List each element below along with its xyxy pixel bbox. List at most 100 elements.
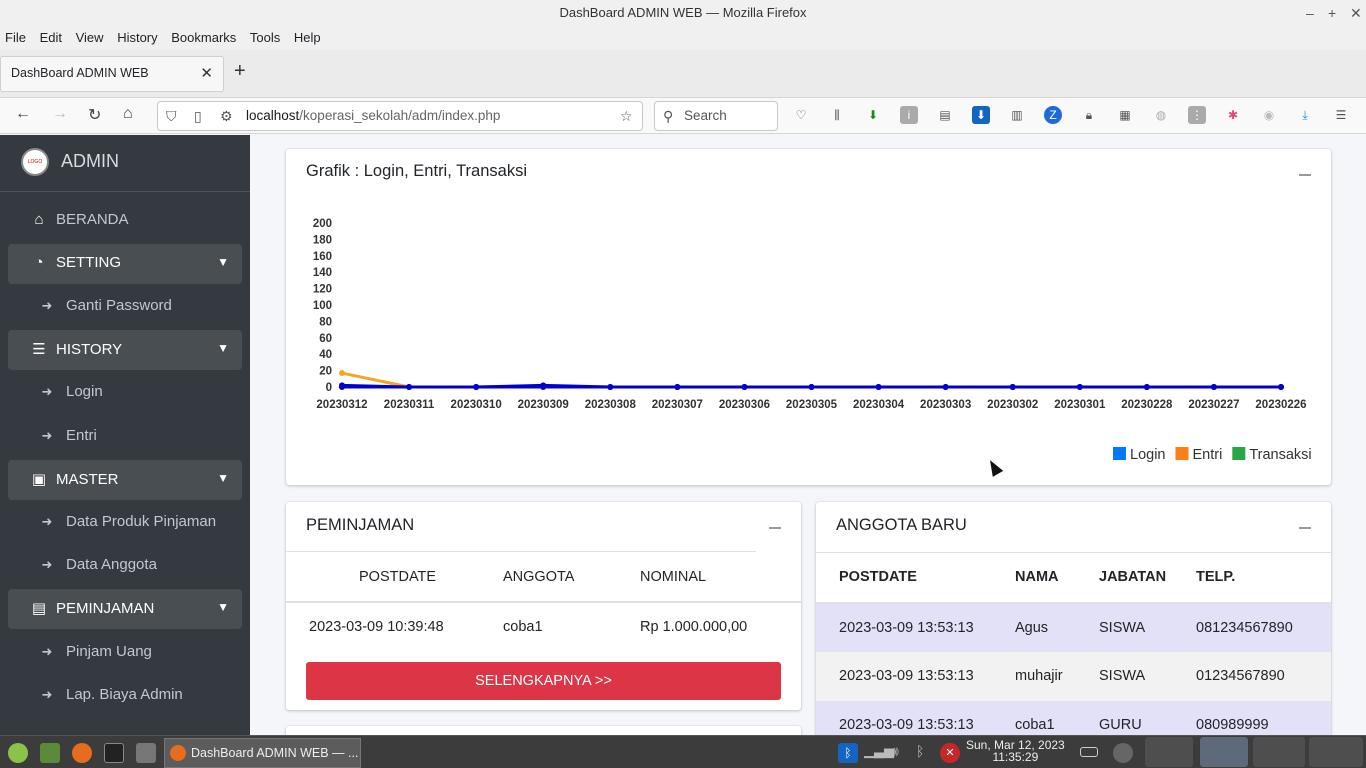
sidebar-item-data-anggota[interactable]: ➜ Data Anggota [8, 546, 242, 586]
sidebar-item-setting[interactable]: ◔ SETTING ▼ [8, 244, 242, 284]
table-row: 2023-03-09 13:53:13 muhajir SISWA 012345… [816, 651, 1331, 701]
sidebar-item-lap-biaya-admin[interactable]: ➜ Lap. Biaya Admin [8, 676, 242, 716]
column-header[interactable]: NAMA [1015, 553, 1099, 603]
table-row: 2023-03-09 13:53:13 Agus SISWA 081234567… [816, 602, 1331, 652]
column-header[interactable]: JABATAN [1099, 553, 1196, 603]
menu-edit[interactable]: Edit [40, 26, 62, 45]
home-icon: ⌂ [34, 211, 44, 228]
y-tick-label: 40 [319, 349, 332, 361]
column-header[interactable]: POSTDATE [816, 553, 1015, 603]
selengkapnya-button[interactable]: SELENGKAPNYA >> [306, 662, 781, 700]
table-cell: SISWA [1099, 619, 1146, 636]
menu-bar: File Edit View History Bookmarks Tools H… [0, 26, 1366, 50]
arrow-circle-icon: ➜ [41, 298, 53, 313]
shield-icon[interactable]: ⛉ [166, 102, 177, 130]
y-tick-label: 20 [319, 366, 332, 378]
workspace-4[interactable] [1309, 737, 1363, 767]
window-titlebar: DashBoard ADMIN WEB — Mozilla Firefox – … [0, 0, 1366, 26]
column-header[interactable]: NOMINAL [640, 552, 801, 602]
menu-help[interactable]: Help [294, 26, 321, 45]
workspace-3[interactable] [1253, 737, 1305, 767]
sidebar-item-peminjaman[interactable]: ▤ PEMINJAMAN ▼ [8, 589, 242, 629]
x-tick-label: 20230307 [652, 399, 703, 411]
maximize-icon[interactable]: + [1328, 0, 1336, 26]
globe-icon[interactable]: ◍ [1152, 106, 1170, 124]
mint-menu-icon[interactable] [8, 743, 28, 763]
forward-icon[interactable]: → [52, 105, 68, 123]
bluetooth-icon[interactable]: ᛒ [838, 743, 858, 763]
taskbar-window-firefox[interactable]: DashBoard ADMIN WEB — ... [164, 738, 361, 768]
bluetooth-status-icon[interactable]: ᛒ [916, 743, 936, 763]
update-shield-icon[interactable]: ✕ [940, 743, 960, 763]
extension-icon[interactable]: i [900, 106, 918, 124]
download-green-icon[interactable]: ⬇ [864, 106, 882, 124]
taskbar: DashBoard ADMIN WEB — ... ᛒ ▁▃▅ 🔊︎ ᛒ ✕ S… [0, 735, 1366, 768]
battery-icon[interactable] [1080, 747, 1098, 757]
color-picker-icon[interactable]: ✱ [1224, 106, 1242, 124]
save-icon[interactable]: ⬇ [972, 106, 990, 124]
sidebar-item-data-produk-pinjaman[interactable]: ➜ Data Produk Pinjaman [8, 503, 242, 543]
pocket-icon[interactable]: ♡ [792, 106, 810, 124]
sidebar-item-master[interactable]: ▣ MASTER ▼ [8, 460, 242, 500]
library-icon[interactable]: ⫼ [828, 106, 846, 124]
table-cell: 081234567890 [1196, 619, 1293, 636]
permissions-icon[interactable]: ⚙ [220, 102, 233, 130]
menu-file[interactable]: File [5, 26, 26, 45]
grid-extension-icon[interactable]: ▥ [1008, 106, 1026, 124]
lock-icon[interactable]: 🔒︎ [1080, 106, 1098, 124]
close-tab-icon[interactable]: ✕ [200, 64, 213, 82]
files-icon[interactable] [136, 743, 156, 763]
menu-history[interactable]: History [117, 26, 157, 45]
tray-app-icon[interactable] [1113, 743, 1133, 763]
url-bar[interactable]: ⛉ ▯ ⚙ localhost/koperasi_sekolah/adm/ind… [157, 101, 643, 131]
column-header[interactable]: ANGGOTA [503, 552, 640, 602]
workspace-2[interactable] [1200, 737, 1248, 767]
reader-icon[interactable]: ▤ [936, 106, 954, 124]
menu-view[interactable]: View [76, 26, 104, 45]
sidebar-item-entri[interactable]: ➜ Entri [8, 417, 242, 457]
sidebar-item-pinjam-uang[interactable]: ➜ Pinjam Uang [8, 633, 242, 673]
collapse-icon[interactable] [1299, 527, 1311, 529]
terminal-icon[interactable] [104, 743, 124, 763]
arrow-circle-icon: ➜ [41, 687, 53, 702]
peminjaman-card: PEMINJAMAN POSTDATE ANGGOTA NOMINAL 2023… [286, 502, 801, 710]
column-header[interactable]: TELP. [1196, 553, 1331, 603]
firefox-launcher-icon[interactable] [72, 743, 92, 763]
menu-bookmarks[interactable]: Bookmarks [171, 26, 236, 45]
volume-icon[interactable]: 🔊︎ [890, 743, 910, 763]
sidebar-item-history[interactable]: ☰ HISTORY ▼ [8, 330, 242, 370]
reload-icon[interactable]: ↻ [88, 105, 101, 125]
tab-dashboard[interactable]: DashBoard ADMIN WEB ✕ [0, 56, 224, 92]
clock[interactable]: Sun, Mar 12, 2023 11:35:29 [966, 739, 1065, 763]
sidebar-item-login[interactable]: ➜ Login [8, 373, 242, 413]
addon-icon[interactable]: ⋮ [1188, 106, 1206, 124]
new-tab-icon[interactable]: + [234, 60, 246, 83]
column-header[interactable]: POSTDATE [286, 552, 503, 602]
network-icon[interactable]: ▁▃▅ [864, 743, 894, 763]
sidebar-item-ganti-password[interactable]: ➜ Ganti Password [8, 287, 242, 327]
zotero-icon[interactable]: Z [1044, 106, 1062, 124]
legend-swatch-entri [1175, 447, 1189, 460]
menu-tools[interactable]: Tools [250, 26, 280, 45]
sidebar-item-label: Ganti Password [66, 297, 172, 314]
bookmark-star-icon[interactable]: ☆ [620, 102, 633, 130]
show-desktop-icon[interactable] [40, 743, 60, 763]
back-icon[interactable]: ← [15, 105, 31, 123]
arrow-circle-icon: ➜ [41, 514, 53, 529]
downloads-icon[interactable]: ⤓ [1296, 106, 1314, 124]
close-window-icon[interactable]: ✕ [1350, 0, 1362, 26]
brand[interactable]: LOGO ADMIN [0, 135, 250, 192]
data-point-login [1009, 384, 1016, 390]
hamburger-menu-icon[interactable]: ☰ [1332, 106, 1350, 124]
home-icon[interactable]: ⌂ [123, 105, 133, 123]
qr-code-icon[interactable]: ▦ [1116, 106, 1134, 124]
page-icon[interactable]: ▯ [194, 102, 202, 130]
minimize-icon[interactable]: – [1306, 0, 1314, 26]
collapse-icon[interactable] [769, 527, 781, 529]
sidebar-item-beranda[interactable]: ⌂ BERANDA [8, 201, 242, 241]
workspace-1[interactable] [1145, 737, 1193, 767]
record-icon[interactable]: ◉ [1260, 106, 1278, 124]
url-host: localhost [246, 108, 300, 123]
search-input[interactable]: ⚲ Search [654, 101, 778, 131]
chart-card: Grafik : Login, Entri, Transaksi 0 20 40 60… [286, 149, 1331, 485]
